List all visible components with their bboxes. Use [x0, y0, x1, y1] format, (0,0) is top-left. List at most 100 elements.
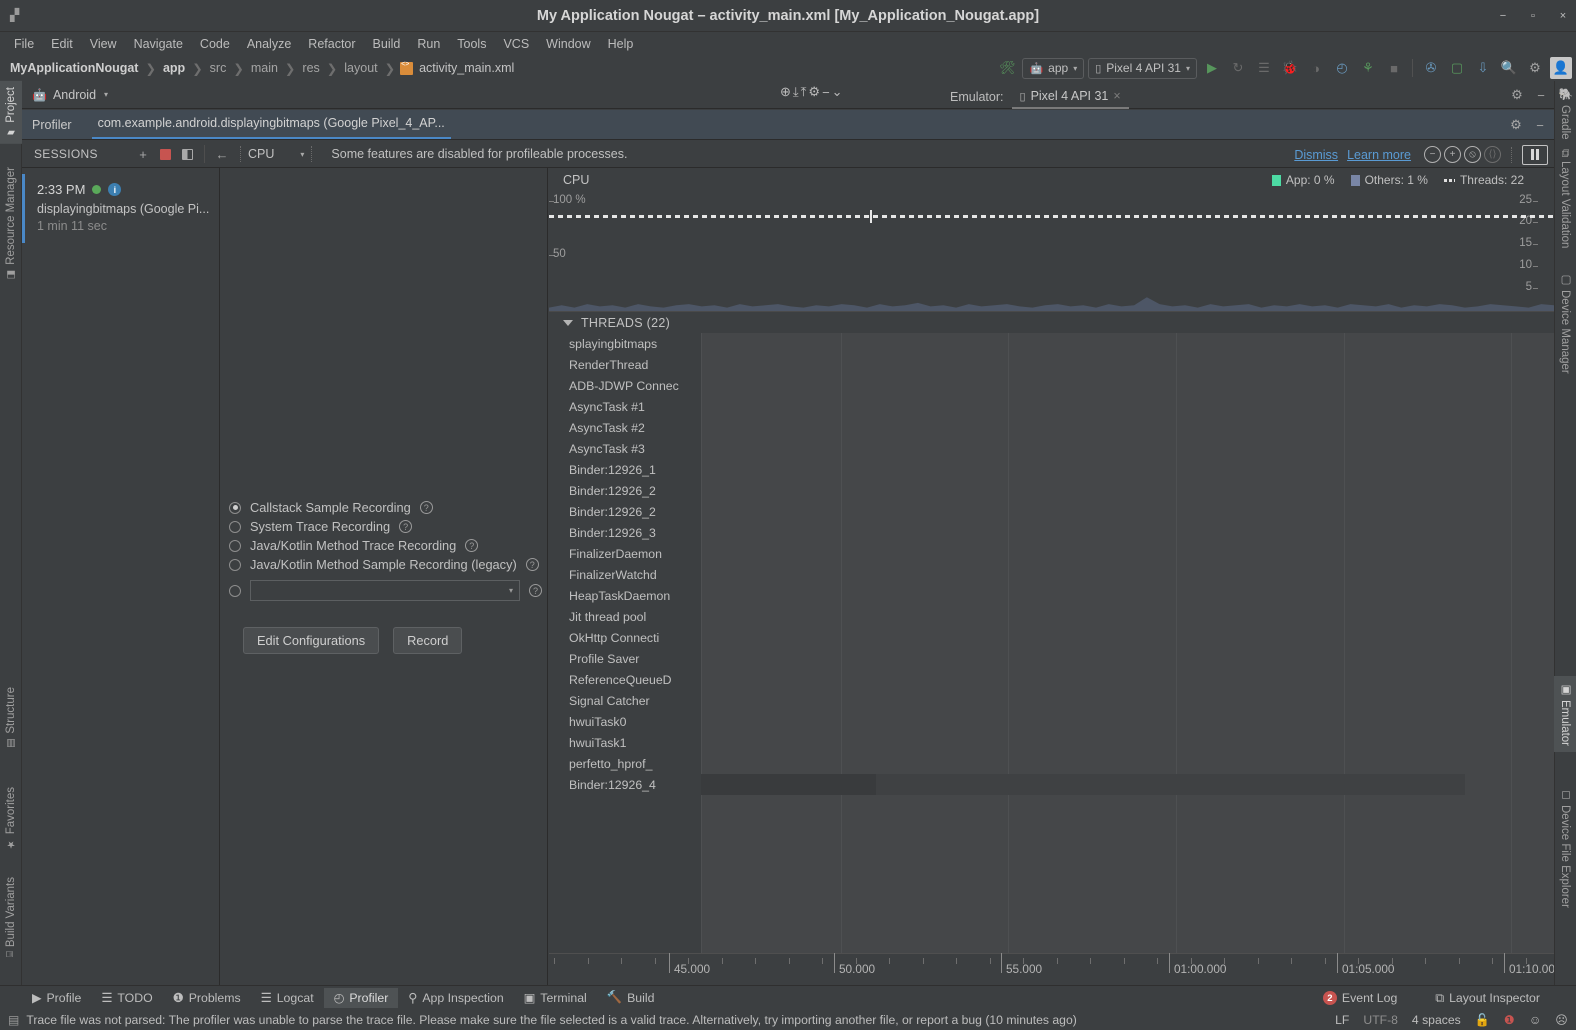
jump-to-live-button[interactable]: ⟨⟩	[1484, 146, 1501, 163]
chevron-down-icon[interactable]: ⌄	[832, 84, 843, 100]
dismiss-link[interactable]: Dismiss	[1294, 148, 1338, 162]
menu-tools[interactable]: Tools	[449, 35, 494, 53]
help-icon[interactable]: ?	[399, 520, 413, 533]
menu-code[interactable]: Code	[192, 35, 238, 53]
zoom-out-button[interactable]: −	[1424, 146, 1441, 163]
sidebar-item-gradle[interactable]: 🐘 Gradle	[1554, 81, 1576, 146]
thread-row[interactable]: Jit thread pool	[549, 606, 701, 627]
layout-inspector-button[interactable]: ⧉ Layout Inspector	[1425, 988, 1550, 1009]
session-item[interactable]: 2:33 PM i displayingbitmaps (Google Pi..…	[22, 174, 219, 243]
thread-activity-bar[interactable]	[876, 774, 1465, 795]
attach-debugger-button[interactable]: ◑	[1305, 57, 1327, 79]
build-hammer-icon[interactable]: 🛠	[996, 57, 1018, 79]
thread-row[interactable]: perfetto_hprof_	[549, 753, 701, 774]
sidebar-item-device-manager[interactable]: ▢ Device Manager	[1554, 266, 1576, 380]
line-separator-indicator[interactable]: LF	[1335, 1013, 1349, 1027]
thread-row[interactable]: Binder:12926_2	[549, 501, 701, 522]
tab-emulator-pixel4[interactable]: ▯ Pixel 4 API 31 ×	[1011, 85, 1129, 109]
indent-indicator[interactable]: 4 spaces	[1412, 1013, 1461, 1027]
help-icon[interactable]: ?	[419, 501, 433, 514]
custom-config-select[interactable]: ▾	[250, 580, 520, 601]
sidebar-item-layout-validation[interactable]: ⧉ Layout Validation	[1554, 143, 1576, 255]
back-button[interactable]: ←	[211, 143, 233, 165]
threads-section-header[interactable]: THREADS (22)	[549, 311, 1554, 333]
breadcrumb-file[interactable]: activity_main.xml	[417, 61, 516, 75]
run-configuration-selector[interactable]: 🤖 app ▾	[1022, 57, 1085, 79]
radio-system-trace[interactable]	[229, 520, 241, 533]
add-session-button[interactable]: +	[132, 143, 154, 165]
recording-option-method-sample-legacy[interactable]: Java/Kotlin Method Sample Recording (leg…	[229, 555, 549, 574]
close-icon[interactable]: ×	[1113, 89, 1120, 103]
close-button[interactable]: ×	[1556, 9, 1570, 23]
thread-row[interactable]: Binder:12926_2	[549, 480, 701, 501]
menu-analyze[interactable]: Analyze	[239, 35, 299, 53]
bottom-tab-app-inspection[interactable]: ⚲ App Inspection	[398, 988, 513, 1008]
thread-row[interactable]: AsyncTask #1	[549, 396, 701, 417]
chevron-down-icon[interactable]: ▾	[104, 90, 108, 99]
sidebar-item-build-variants[interactable]: ⌸ Build Variants	[0, 871, 22, 963]
help-icon[interactable]: ?	[465, 539, 479, 552]
thread-row[interactable]: hwuiTask1	[549, 732, 701, 753]
happy-face-icon[interactable]: ☺	[1529, 1013, 1541, 1027]
stop-session-button[interactable]	[154, 143, 176, 165]
thread-row[interactable]: AsyncTask #2	[549, 417, 701, 438]
android-toolwindow-label[interactable]: Android	[53, 88, 96, 102]
thread-row[interactable]: splayingbitmaps	[549, 333, 701, 354]
learn-more-link[interactable]: Learn more	[1347, 148, 1411, 162]
breadcrumb-main[interactable]: main	[249, 61, 280, 75]
recording-option-callstack-sample[interactable]: Callstack Sample Recording ?	[229, 498, 549, 517]
bottom-tab-problems[interactable]: ❶ Problems	[163, 988, 251, 1008]
bottom-tab-terminal[interactable]: ▣ Terminal	[514, 988, 597, 1008]
thread-row[interactable]: Profile Saver	[549, 648, 701, 669]
thread-row[interactable]: ReferenceQueueD	[549, 669, 701, 690]
search-icon[interactable]: 🔍	[1498, 57, 1520, 79]
menu-view[interactable]: View	[82, 35, 125, 53]
gear-icon[interactable]: ⚙	[1506, 115, 1526, 135]
minimize-icon[interactable]: −	[822, 85, 830, 100]
maximize-button[interactable]: ▫	[1526, 9, 1540, 23]
minimize-icon[interactable]: −	[1530, 84, 1552, 106]
sidebar-item-favorites[interactable]: ★ Favorites	[0, 781, 22, 855]
recording-option-method-trace[interactable]: Java/Kotlin Method Trace Recording ?	[229, 536, 549, 555]
logcat-button[interactable]: ☰	[1253, 57, 1275, 79]
debug-button[interactable]: 🐞	[1279, 57, 1301, 79]
breadcrumb-layout[interactable]: layout	[342, 61, 379, 75]
thread-row[interactable]: Signal Catcher	[549, 690, 701, 711]
zoom-in-button[interactable]: +	[1444, 146, 1461, 163]
menu-help[interactable]: Help	[600, 35, 642, 53]
menu-edit[interactable]: Edit	[43, 35, 81, 53]
sidebar-item-resource-manager[interactable]: ⬓ Resource Manager	[0, 161, 22, 286]
radio-custom-config[interactable]	[229, 584, 241, 597]
gear-icon[interactable]: ⚙	[1524, 57, 1546, 79]
bottom-tab-profiler[interactable]: ◴ Profiler	[323, 987, 399, 1008]
breadcrumb-project[interactable]: MyApplicationNougat	[8, 61, 140, 75]
breadcrumb-app[interactable]: app	[161, 61, 187, 75]
bottom-tab-build[interactable]: 🔨 Build	[597, 987, 665, 1008]
pause-live-button[interactable]	[1522, 144, 1548, 165]
sidebar-item-project[interactable]: ▰ Project	[0, 81, 22, 144]
help-icon[interactable]: ?	[525, 558, 539, 571]
encoding-indicator[interactable]: UTF-8	[1363, 1013, 1398, 1027]
bottom-tab-todo[interactable]: ☰ TODO	[91, 988, 162, 1008]
profile-arrow-button[interactable]: ⚘	[1357, 57, 1379, 79]
thread-row[interactable]: hwuiTask0	[549, 711, 701, 732]
profiler-stage-selector[interactable]: CPU ▾	[248, 147, 304, 161]
menu-build[interactable]: Build	[365, 35, 409, 53]
thread-tracks-area[interactable]	[701, 333, 1554, 953]
menu-vcs[interactable]: VCS	[495, 35, 537, 53]
profile-button[interactable]: ◴	[1331, 57, 1353, 79]
error-icon[interactable]: ❶	[1504, 1013, 1515, 1027]
sad-face-icon[interactable]: ☹	[1555, 1013, 1568, 1027]
thread-row[interactable]: FinalizerDaemon	[549, 543, 701, 564]
radio-callstack-sample[interactable]	[229, 501, 241, 514]
reset-zoom-button[interactable]: ⦸	[1464, 146, 1481, 163]
screenshot-icon[interactable]: ⊕	[780, 84, 791, 100]
collapse-all-icon[interactable]: ⤒	[801, 84, 807, 100]
sidebar-item-structure[interactable]: ▥ Structure	[0, 681, 22, 755]
thread-row[interactable]: AsyncTask #3	[549, 438, 701, 459]
radio-method-trace[interactable]	[229, 539, 241, 552]
thread-row[interactable]: FinalizerWatchd	[549, 564, 701, 585]
thread-activity-bar[interactable]	[701, 774, 876, 795]
device-selector[interactable]: ▯ Pixel 4 API 31 ▾	[1088, 57, 1197, 79]
record-button[interactable]: Record	[393, 627, 463, 654]
